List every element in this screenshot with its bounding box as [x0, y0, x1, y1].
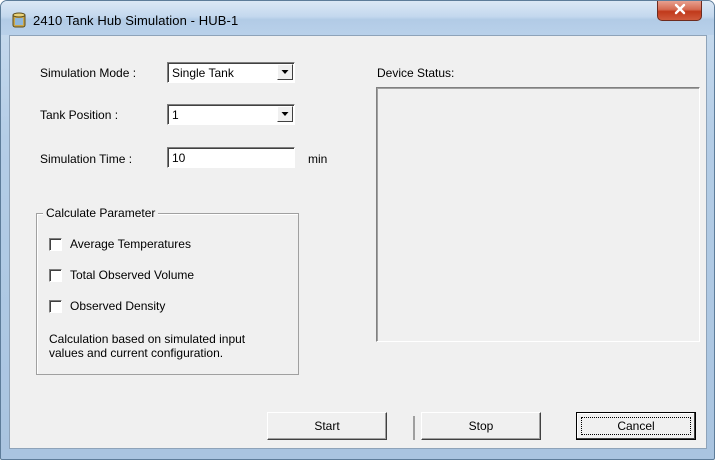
start-button[interactable]: Start [267, 412, 387, 440]
close-button[interactable] [657, 1, 702, 21]
simulation-time-label: Simulation Time : [40, 152, 133, 166]
dialog-client-area: Simulation Mode : Single Tank Tank Posit… [9, 35, 707, 449]
tank-position-select[interactable]: 1 [167, 104, 295, 125]
note-line-2: values and current configuration. [49, 346, 224, 360]
cancel-button[interactable]: Cancel [576, 412, 696, 440]
button-separator [413, 416, 415, 440]
observed-density-checkbox[interactable]: Observed Density [49, 298, 165, 314]
note-line-1: Calculation based on simulated input [49, 332, 246, 346]
chevron-down-icon[interactable] [277, 64, 293, 80]
checkbox-label: Total Observed Volume [70, 268, 195, 282]
checkbox-label: Average Temperatures [70, 237, 191, 251]
checkbox-box[interactable] [49, 299, 62, 313]
checkbox-box[interactable] [49, 237, 62, 251]
device-status-label: Device Status: [377, 66, 455, 80]
simulation-time-value: 10 [172, 151, 186, 165]
stop-button[interactable]: Stop [421, 412, 541, 440]
calculation-note: Calculation based on simulated input val… [49, 332, 245, 360]
simulation-mode-value: Single Tank [172, 66, 234, 80]
start-button-label: Start [314, 419, 340, 433]
calculate-parameter-group: Calculate Parameter Average Temperatures… [36, 206, 299, 375]
simulation-mode-select[interactable]: Single Tank [167, 62, 295, 83]
focus-rectangle [581, 417, 691, 435]
chevron-down-icon[interactable] [277, 106, 293, 122]
tank-position-label: Tank Position : [40, 108, 119, 122]
simulation-mode-label: Simulation Mode : [40, 66, 137, 80]
device-status-box[interactable] [376, 87, 700, 342]
close-icon [673, 3, 687, 18]
checkbox-box[interactable] [49, 268, 62, 282]
group-title: Calculate Parameter [43, 206, 159, 220]
checkbox-label: Observed Density [70, 299, 166, 313]
simulation-time-input[interactable]: 10 [167, 147, 295, 168]
tank-position-value: 1 [172, 108, 179, 122]
total-observed-volume-checkbox[interactable]: Total Observed Volume [49, 267, 194, 283]
stop-button-label: Stop [468, 419, 494, 433]
average-temperatures-checkbox[interactable]: Average Temperatures [49, 236, 191, 252]
window-title: 2410 Tank Hub Simulation - HUB-1 [33, 13, 239, 28]
dialog-window: 2410 Tank Hub Simulation - HUB-1 Simulat… [0, 0, 715, 460]
title-bar[interactable]: 2410 Tank Hub Simulation - HUB-1 [1, 1, 714, 35]
simulation-time-unit: min [308, 152, 328, 166]
tank-icon [12, 12, 26, 28]
